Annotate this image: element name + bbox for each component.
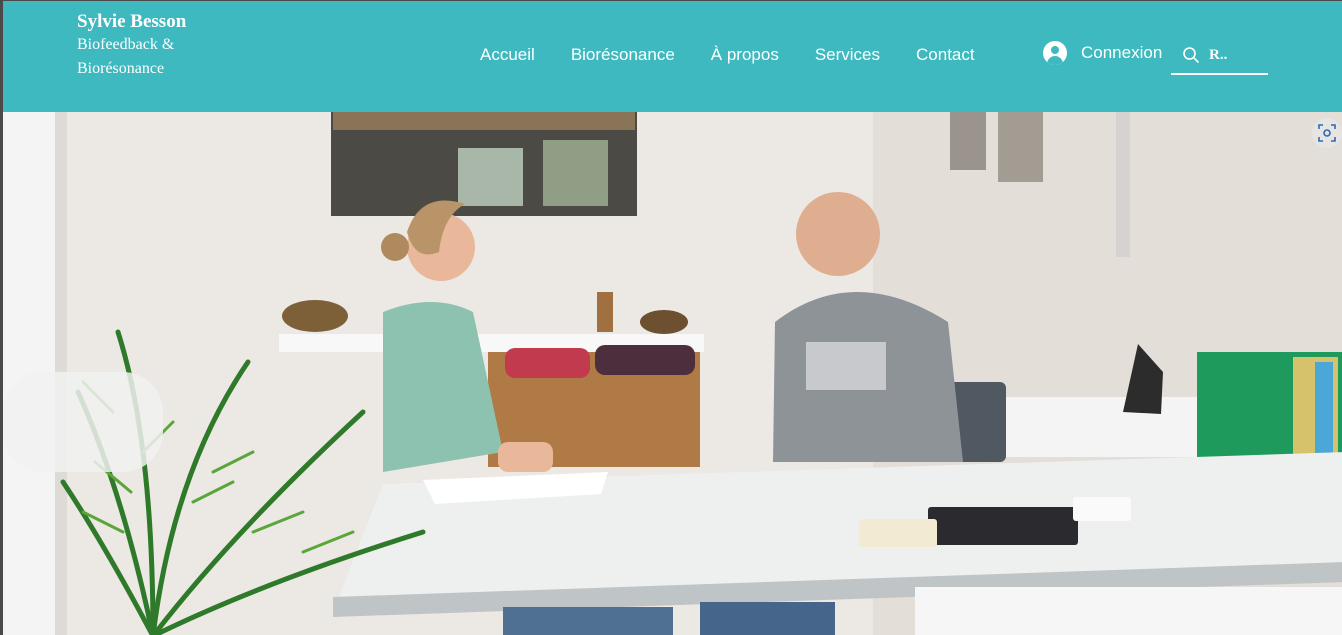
site-tagline: Biofeedback & Biorésonance <box>77 36 175 77</box>
hero-photo <box>3 112 1342 635</box>
nav-item-a-propos[interactable]: À propos <box>711 43 779 67</box>
nav-item-contact[interactable]: Contact <box>916 43 975 67</box>
visual-search-button[interactable] <box>1312 118 1342 148</box>
hero-image <box>3 112 1342 635</box>
login-button[interactable]: Connexion <box>1043 41 1162 65</box>
nav-item-accueil[interactable]: Accueil <box>480 43 535 67</box>
nav-item-bioresonance[interactable]: Biorésonance <box>571 43 675 67</box>
brand[interactable]: Sylvie Besson Biofeedback & Biorésonance <box>77 11 237 81</box>
search-box[interactable] <box>1171 37 1268 75</box>
main-nav: Accueil Biorésonance À propos Services C… <box>480 43 1011 67</box>
nav-item-services[interactable]: Services <box>815 43 880 67</box>
search-icon <box>1183 47 1199 63</box>
page-frame: Sylvie Besson Biofeedback & Biorésonance… <box>0 0 1342 635</box>
site-name: Sylvie Besson <box>77 11 187 32</box>
visual-search-icon <box>1318 124 1336 142</box>
user-avatar-icon <box>1043 41 1067 65</box>
login-label: Connexion <box>1081 43 1163 62</box>
site-header: Sylvie Besson Biofeedback & Biorésonance… <box>3 1 1342 112</box>
search-input[interactable] <box>1209 46 1265 64</box>
